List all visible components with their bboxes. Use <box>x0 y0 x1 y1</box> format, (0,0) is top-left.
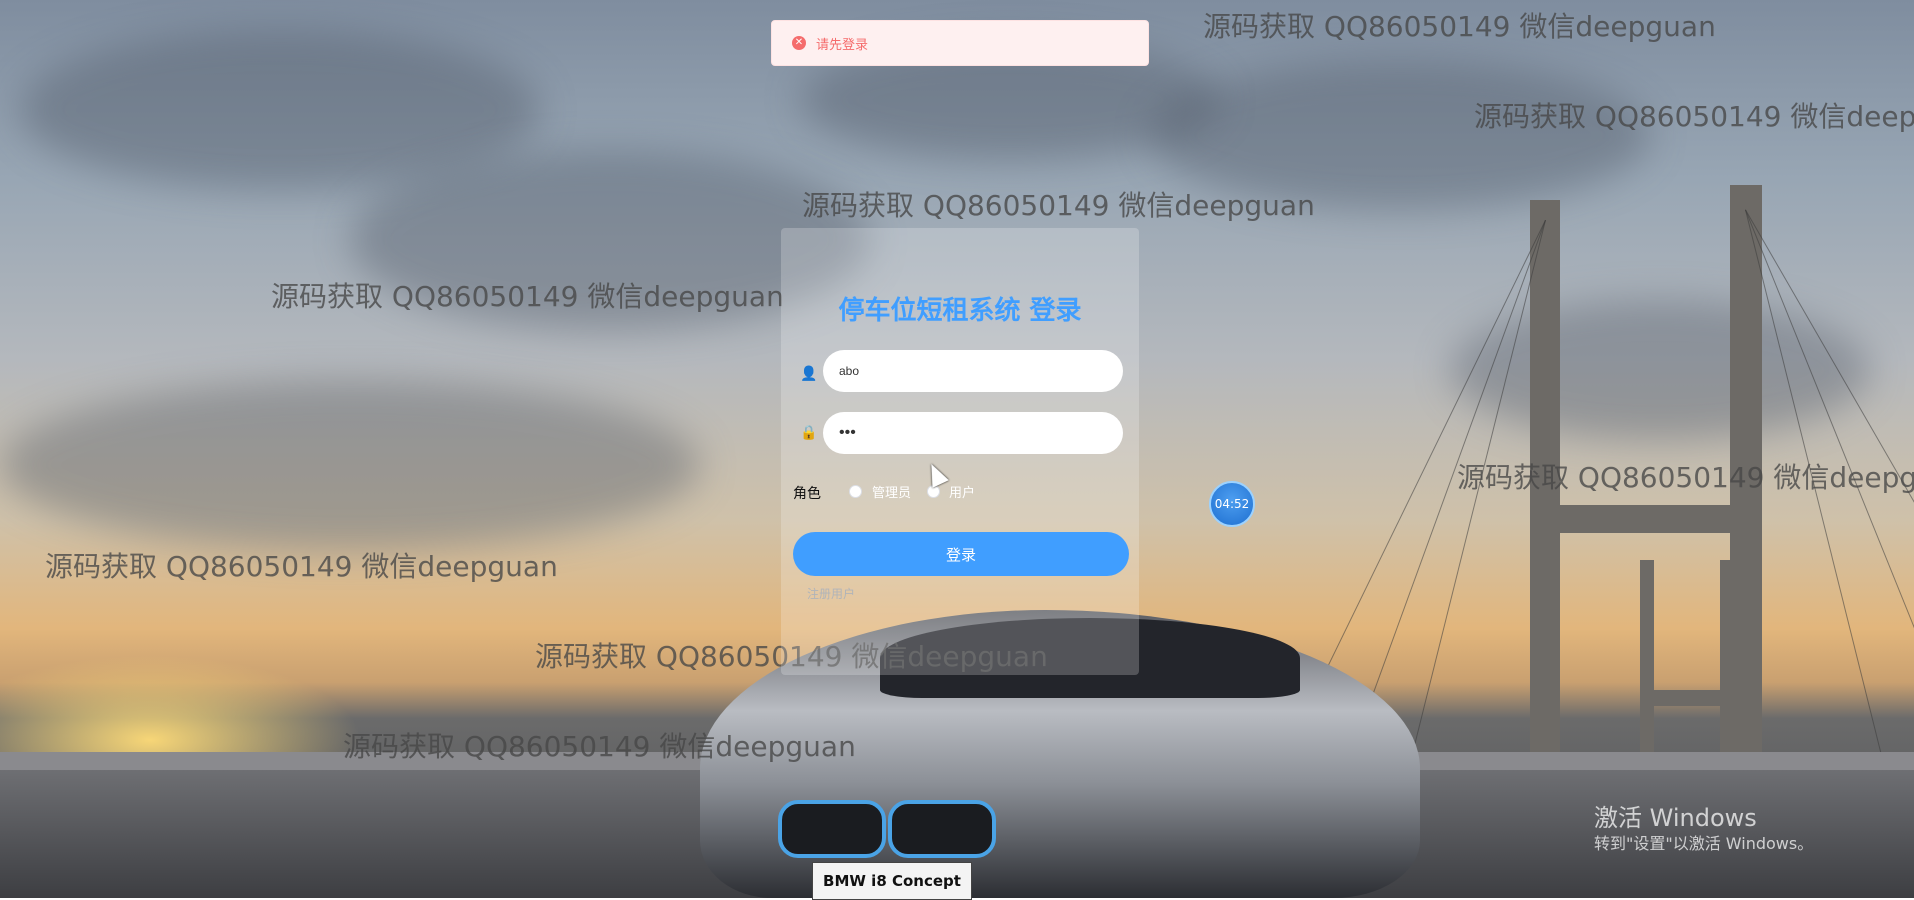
bridge-cable <box>1745 209 1914 695</box>
bridge-tower <box>1720 560 1734 760</box>
role-label: 角色 <box>793 486 821 502</box>
car-grille <box>888 800 996 858</box>
alert-message: 请先登录 <box>816 37 869 53</box>
role-option-admin[interactable]: 管理员 <box>872 482 911 501</box>
login-button[interactable]: 登录 <box>793 532 1129 576</box>
cloud <box>1450 300 1870 440</box>
username-input[interactable] <box>823 350 1123 392</box>
user-icon: 👤 <box>800 366 818 382</box>
bridge-tower <box>1730 185 1762 760</box>
cloud <box>0 380 700 550</box>
bridge-tower <box>1530 200 1560 760</box>
bridge-cable <box>1409 220 1546 764</box>
login-card: 停车位短租系统 登录 👤 🔒 角色 管理员 用户 登录 注册用户 <box>781 228 1139 675</box>
bridge-tower <box>1640 690 1734 706</box>
bridge-cable <box>1353 220 1546 747</box>
cloud <box>1150 60 1650 210</box>
windows-activation-title: 激活 Windows <box>1594 804 1757 832</box>
role-radio-admin[interactable] <box>849 485 862 498</box>
license-plate: BMW i8 Concept <box>812 862 972 900</box>
error-alert: ✕ 请先登录 <box>771 20 1149 66</box>
bridge-cable <box>1299 220 1546 724</box>
bridge-cable <box>1745 209 1882 754</box>
password-input[interactable] <box>823 412 1123 454</box>
role-option-user[interactable]: 用户 <box>949 482 975 501</box>
bridge-tower <box>1640 560 1654 760</box>
bridge-cable <box>1745 209 1914 730</box>
bridge-tower <box>1530 505 1762 533</box>
windows-activation-subtitle: 转到"设置"以激活 Windows。 <box>1594 834 1814 853</box>
lock-icon: 🔒 <box>800 425 818 441</box>
error-circle-icon: ✕ <box>792 36 806 50</box>
car-grille <box>778 800 886 858</box>
timer-badge[interactable]: 04:52 <box>1209 481 1255 527</box>
register-link[interactable]: 注册用户 <box>807 585 855 602</box>
login-title: 停车位短租系统 登录 <box>838 296 1082 326</box>
